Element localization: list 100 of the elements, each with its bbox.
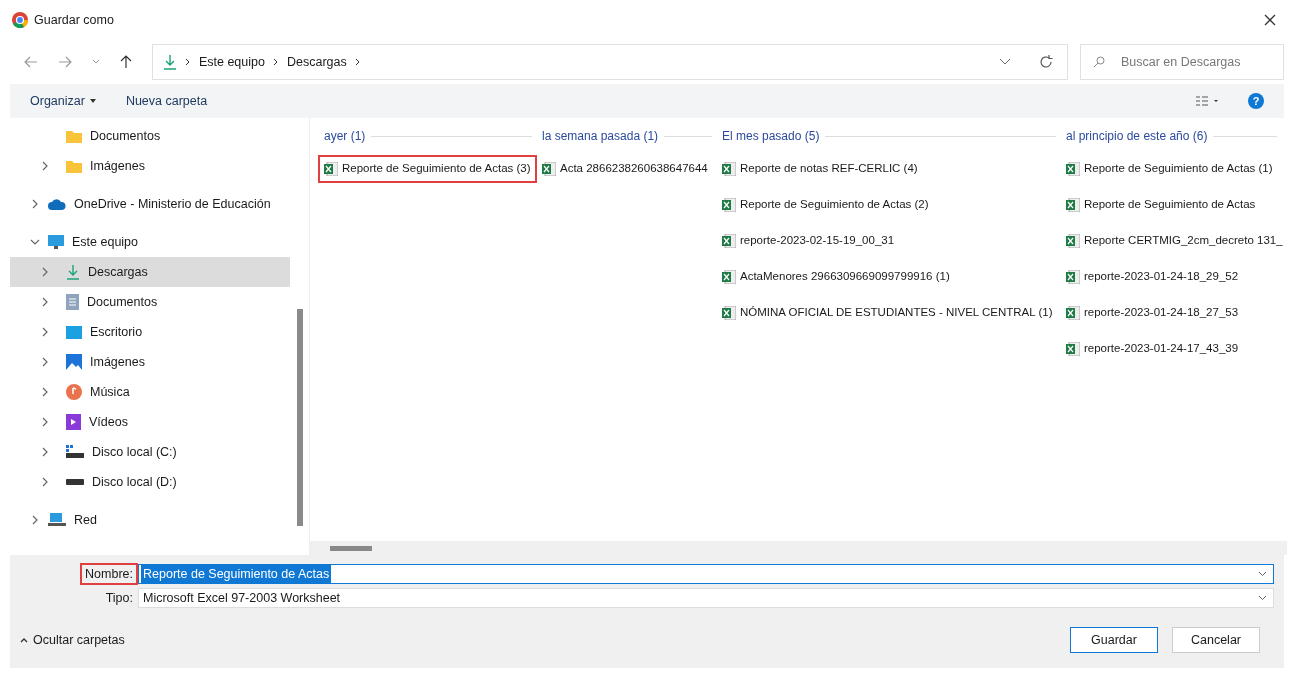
field-label: Tipo:: [104, 589, 134, 607]
nav-item[interactable]: Disco local (C:): [10, 437, 291, 467]
spreadsheet-file-icon: [722, 234, 736, 248]
refresh-icon[interactable]: [1039, 55, 1053, 69]
chevron-up-icon: [20, 637, 28, 643]
forward-arrow-icon[interactable]: [58, 56, 72, 68]
group-header[interactable]: la semana pasada (1): [542, 127, 659, 145]
search-field[interactable]: Buscar en Descargas: [1080, 44, 1284, 80]
chevron-right-icon[interactable]: [30, 515, 40, 525]
chevron-right-icon: [272, 58, 279, 66]
file-item[interactable]: reporte-2023-02-15-19_00_31: [718, 229, 899, 253]
nav-item[interactable]: Imágenes: [10, 151, 291, 181]
file-item[interactable]: ActaMenores 2966309669099799916 (1): [718, 265, 954, 289]
file-name: Reporte de Seguimiento de Actas (2): [740, 197, 929, 213]
folder-icon: [66, 159, 82, 173]
nav-label: Documentos: [87, 293, 158, 311]
back-arrow-icon[interactable]: [24, 56, 38, 68]
cancel-button[interactable]: Cancelar: [1172, 627, 1260, 653]
download-icon: [66, 264, 80, 280]
chevron-right-icon[interactable]: [40, 297, 50, 307]
file-name: Reporte de Seguimiento de Actas: [1084, 197, 1256, 213]
chevron-down-icon[interactable]: [30, 237, 40, 247]
file-item[interactable]: Reporte de Seguimiento de Actas (2): [718, 193, 933, 217]
chevron-right-icon[interactable]: [40, 267, 50, 277]
file-item[interactable]: NÓMINA OFICIAL DE ESTUDIANTES - NIVEL CENTRAL (1): [718, 301, 1057, 325]
chevron-right-icon[interactable]: [40, 447, 50, 457]
chevron-right-icon[interactable]: [40, 387, 50, 397]
file-item[interactable]: Reporte de Seguimiento de Actas (1): [1062, 157, 1277, 181]
field-label: Nombre:: [82, 564, 136, 584]
breadcrumb[interactable]: Descargas: [286, 52, 347, 72]
spreadsheet-file-icon: [324, 162, 338, 176]
file-type-dropdown[interactable]: Microsoft Excel 97-2003 Worksheet: [138, 588, 1274, 608]
nav-label: Red: [74, 511, 97, 529]
file-name: reporte-2023-01-24-18_29_52: [1084, 269, 1239, 285]
chevron-down-icon: [1258, 571, 1267, 577]
nav-item[interactable]: Disco local (D:): [10, 467, 291, 497]
nav-item[interactable]: OneDrive - Ministerio de Educación: [10, 189, 291, 219]
new-folder-button[interactable]: Nueva carpeta: [125, 91, 208, 111]
nav-item[interactable]: Red: [10, 505, 291, 535]
nav-item[interactable]: Imágenes: [10, 347, 291, 377]
group-header[interactable]: El mes pasado (5): [722, 127, 820, 145]
spreadsheet-file-icon: [542, 162, 556, 176]
file-item[interactable]: Reporte de Seguimiento de Actas (3): [320, 157, 535, 181]
close-icon: [1264, 14, 1276, 26]
chevron-right-icon[interactable]: [40, 161, 50, 171]
file-name: ActaMenores 2966309669099799916 (1): [740, 269, 950, 285]
save-button[interactable]: Guardar: [1070, 627, 1158, 653]
file-name: Reporte de Seguimiento de Actas (3): [342, 161, 531, 177]
nav-item[interactable]: Vídeos: [10, 407, 291, 437]
file-item[interactable]: Reporte de Seguimiento de Actas: [1062, 193, 1260, 217]
chevron-down-icon[interactable]: [999, 58, 1011, 66]
nav-item[interactable]: Este equipo: [10, 227, 291, 257]
folder-icon: [66, 129, 82, 143]
group-header[interactable]: ayer (1): [324, 127, 366, 145]
chevron-right-icon[interactable]: [30, 199, 40, 209]
search-input[interactable]: Buscar en Descargas: [1121, 52, 1271, 72]
nav-item[interactable]: Documentos: [10, 287, 291, 317]
spreadsheet-file-icon: [722, 270, 736, 284]
organize-button[interactable]: Organizar: [30, 91, 96, 111]
chevron-right-icon[interactable]: [40, 477, 50, 487]
chevron-right-icon: [354, 58, 361, 66]
file-item[interactable]: reporte-2023-01-24-17_43_39: [1062, 337, 1243, 361]
nav-label: Vídeos: [89, 413, 128, 431]
file-item[interactable]: reporte-2023-01-24-18_29_52: [1062, 265, 1243, 289]
file-name: Reporte de Seguimiento de Actas (1): [1084, 161, 1273, 177]
breadcrumb[interactable]: Este equipo: [198, 52, 265, 72]
hide-folders-toggle[interactable]: Ocultar carpetas: [20, 630, 125, 650]
spreadsheet-file-icon: [722, 306, 736, 320]
file-item[interactable]: Reporte CERTMIG_2cm_decreto 131_: [1062, 229, 1287, 253]
file-name: reporte-2023-01-24-18_27_53: [1084, 305, 1239, 321]
file-name: Reporte de notas REF-CERLIC (4): [740, 161, 918, 177]
nav-item[interactable]: Descargas: [10, 257, 291, 287]
spreadsheet-file-icon: [722, 162, 736, 176]
chevron-right-icon[interactable]: [40, 417, 50, 427]
nav-item[interactable]: Escritorio: [10, 317, 291, 347]
group-header[interactable]: al principio de este año (6): [1066, 127, 1208, 145]
browser-logo-icon: [12, 12, 28, 28]
file-item[interactable]: Acta 2866238260638647644: [538, 157, 712, 181]
address-bar[interactable]: Este equipo Descargas: [151, 44, 1068, 80]
nav-label: Disco local (D:): [92, 473, 177, 491]
help-button[interactable]: ?: [1248, 93, 1264, 109]
dropdown-chevron-icon[interactable]: [91, 59, 100, 65]
nav-label: Este equipo: [72, 233, 139, 251]
nav-item[interactable]: Documentos: [10, 121, 291, 151]
music-icon: [66, 384, 82, 400]
file-item[interactable]: reporte-2023-01-24-18_27_53: [1062, 301, 1243, 325]
chevron-right-icon[interactable]: [40, 357, 50, 367]
nav-item[interactable]: Música: [10, 377, 291, 407]
scrollbar-thumb[interactable]: [330, 545, 372, 551]
nav-label: Escritorio: [90, 323, 143, 341]
file-item[interactable]: Reporte de notas REF-CERLIC (4): [718, 157, 922, 181]
scrollbar-thumb[interactable]: [296, 309, 303, 526]
view-options-icon[interactable]: [1196, 96, 1218, 106]
cloud-icon: [48, 198, 66, 210]
chevron-right-icon[interactable]: [40, 327, 50, 337]
filename-field[interactable]: Reporte de Seguimiento de Actas: [138, 564, 1274, 584]
spreadsheet-file-icon: [1066, 198, 1080, 212]
up-arrow-icon[interactable]: [119, 55, 132, 69]
picture-icon: [66, 354, 82, 370]
spreadsheet-file-icon: [1066, 234, 1080, 248]
